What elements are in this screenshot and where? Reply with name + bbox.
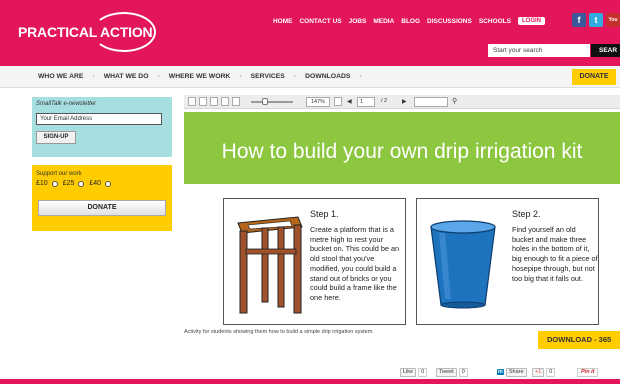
bucket-illustration: [430, 220, 496, 309]
viewer-toolbar: 147% ◀ 1 / 2 ▶ ⚲: [184, 95, 620, 109]
facebook-like-button[interactable]: Like: [400, 367, 417, 377]
page-number-input[interactable]: 1: [357, 97, 375, 107]
amount-radio-other[interactable]: [105, 180, 112, 187]
mainnav-downloads[interactable]: DOWNLOADS: [305, 73, 350, 80]
nav-separator: ›: [359, 73, 362, 80]
nav-discussions[interactable]: DISCUSSIONS: [427, 18, 472, 25]
page-count: / 2: [381, 98, 388, 104]
grid-view-icon[interactable]: [210, 97, 218, 106]
top-nav: HOME CONTACT US JOBS MEDIA BLOG DISCUSSI…: [273, 17, 545, 25]
amount-radio-25[interactable]: [51, 180, 58, 187]
fullscreen-icon[interactable]: [334, 97, 342, 106]
step-2-panel: Step 2. Find yourself an old bucket and …: [416, 198, 599, 325]
footer-bar: [0, 379, 620, 384]
search-input[interactable]: Start your search: [488, 44, 590, 57]
document-caption: Activity for students showing them how t…: [184, 329, 374, 335]
login-button[interactable]: LOGIN: [518, 17, 545, 25]
amount-radio-40[interactable]: [78, 180, 85, 187]
mainnav-services[interactable]: SERVICES: [251, 73, 285, 80]
youtube-icon[interactable]: You: [606, 13, 620, 27]
pin-it-button[interactable]: Pin it: [577, 367, 599, 377]
linkedin-share-widget[interactable]: in Share: [497, 367, 527, 377]
search-icon[interactable]: ⚲: [452, 97, 457, 105]
support-box: Support our work £10 £25 £40 DONATE: [32, 165, 172, 231]
tweet-button[interactable]: Tweet: [436, 367, 457, 377]
email-field[interactable]: Your Email Address: [36, 113, 162, 125]
step-1-heading: Step 1.: [310, 209, 339, 219]
nav-contact[interactable]: CONTACT US: [299, 18, 341, 25]
step-2-text: Find yourself an old bucket and make thr…: [512, 225, 598, 283]
amount-25-label: £25: [62, 180, 75, 187]
fit-width-icon[interactable]: [221, 97, 229, 106]
main-nav: WHO WE ARE › WHAT WE DO › WHERE WE WORK …: [0, 66, 620, 88]
newsletter-title: SmallTalk e-newsletter: [36, 101, 97, 107]
donation-amounts: £10 £25 £40: [36, 180, 112, 187]
linkedin-icon: in: [497, 369, 504, 375]
gplus-button[interactable]: +1: [532, 367, 545, 377]
twitter-icon[interactable]: t: [589, 13, 603, 27]
gplus-count: 0: [546, 367, 556, 377]
signup-button[interactable]: SIGN-UP: [36, 131, 76, 144]
prev-page-icon[interactable]: ◀: [347, 98, 352, 105]
nav-separator: ›: [92, 73, 95, 80]
tweet-widget[interactable]: Tweet 0: [436, 367, 468, 377]
zoom-slider-handle[interactable]: [262, 98, 268, 105]
social-links: f t You: [572, 13, 620, 27]
support-title: Support our work: [36, 171, 82, 177]
nav-blog[interactable]: BLOG: [401, 18, 420, 25]
download-button[interactable]: DOWNLOAD - 365: [538, 331, 620, 349]
donate-top-button[interactable]: DONATE: [572, 69, 616, 85]
amount-10-label: £10: [36, 180, 48, 187]
site-header: PRACTICAL ACTION HOME CONTACT US JOBS ME…: [0, 0, 620, 66]
stool-illustration: [237, 216, 303, 314]
search-button[interactable]: SEAR: [591, 44, 620, 57]
download-doc-icon[interactable]: [232, 97, 240, 106]
mainnav-what-we-do[interactable]: WHAT WE DO: [104, 73, 149, 80]
document-title: How to build your own drip irrigation ki…: [221, 140, 583, 163]
step-2-heading: Step 2.: [512, 209, 541, 219]
facebook-icon[interactable]: f: [572, 13, 586, 27]
gplus-widget[interactable]: +1 0: [532, 367, 556, 377]
nav-separator: ›: [239, 73, 242, 80]
document-search-input[interactable]: [414, 97, 448, 107]
like-count: 0: [418, 367, 428, 377]
donate-sidebar-button[interactable]: DONATE: [38, 200, 166, 216]
zoom-level[interactable]: 147%: [306, 97, 330, 107]
facebook-like-widget[interactable]: Like 0: [400, 367, 428, 377]
zoom-slider[interactable]: [251, 101, 293, 103]
tweet-count: 0: [458, 367, 468, 377]
nav-jobs[interactable]: JOBS: [349, 18, 367, 25]
mainnav-who-we-are[interactable]: WHO WE ARE: [38, 73, 83, 80]
amount-40-label: £40: [89, 180, 102, 187]
thumbnail-view-icon[interactable]: [188, 97, 196, 106]
nav-home[interactable]: HOME: [273, 18, 293, 25]
nav-separator: ›: [293, 73, 297, 80]
nav-schools[interactable]: SCHOOLS: [479, 18, 511, 25]
nav-separator: ›: [157, 73, 160, 80]
logo-text: PRACTICAL ACTION: [18, 24, 153, 40]
linkedin-share-button[interactable]: Share: [505, 367, 527, 377]
next-page-icon[interactable]: ▶: [402, 98, 407, 105]
mainnav-where-we-work[interactable]: WHERE WE WORK: [169, 73, 231, 80]
single-page-icon[interactable]: [199, 97, 207, 106]
pinterest-widget[interactable]: Pin it: [577, 367, 599, 377]
nav-media[interactable]: MEDIA: [373, 18, 394, 25]
step-1-text: Create a platform that is a metre high t…: [310, 225, 400, 302]
step-1-panel: Step 1. Create a platform that is a metr…: [223, 198, 406, 325]
newsletter-box: SmallTalk e-newsletter Your Email Addres…: [32, 97, 172, 157]
